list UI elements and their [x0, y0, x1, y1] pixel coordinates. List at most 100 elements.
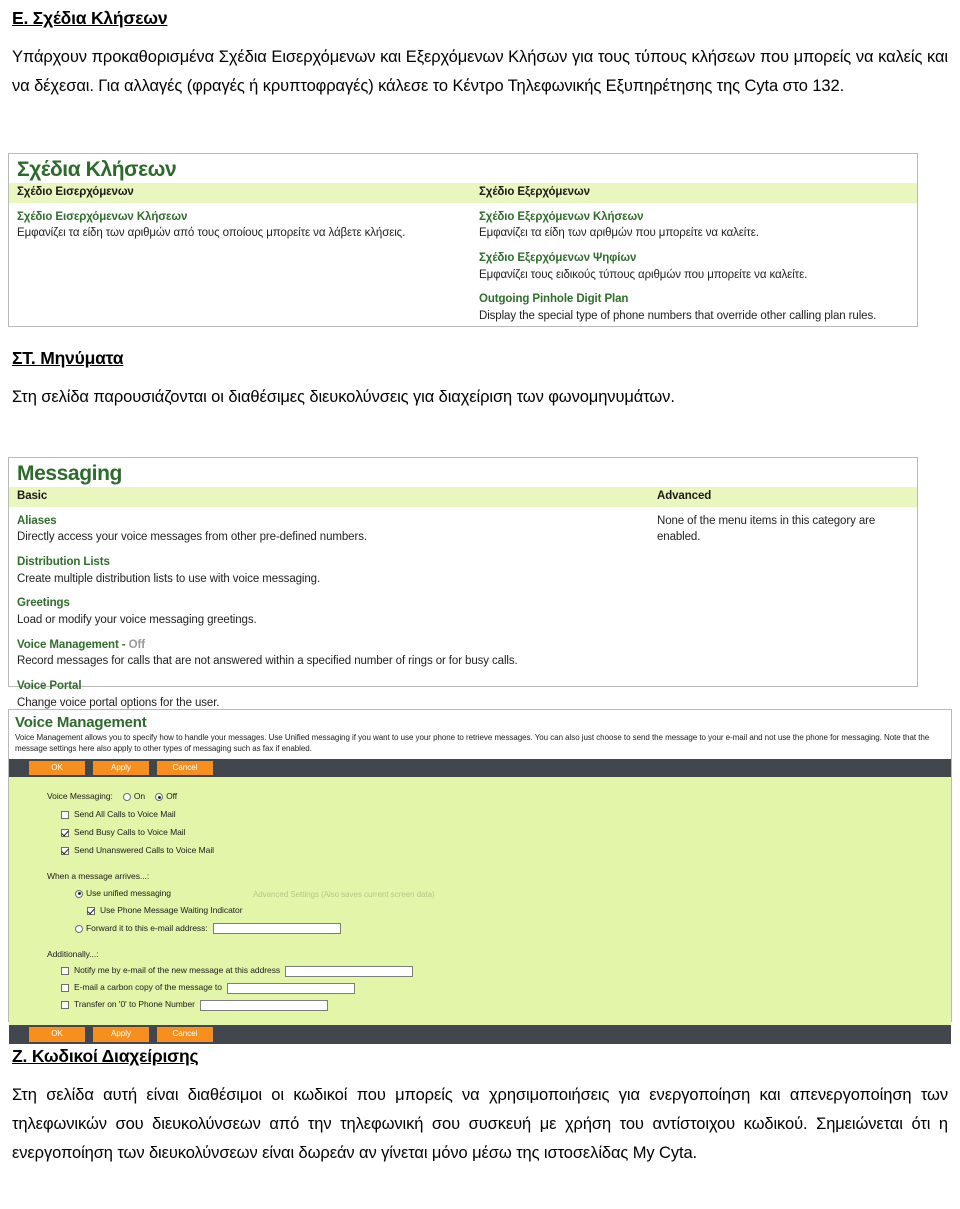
radio-forward-to-email[interactable] — [75, 924, 83, 933]
entry-title[interactable]: Voice Management - Off — [17, 637, 639, 654]
radio-voice-messaging-on[interactable] — [122, 793, 131, 802]
list-item[interactable]: Voice Portal Change voice portal options… — [17, 678, 639, 711]
calling-plans-title: Σχέδια Κλήσεων — [17, 158, 177, 181]
status-badge: Off — [128, 638, 145, 651]
radio-use-unified-messaging[interactable] — [75, 889, 83, 898]
forward-email-input[interactable] — [212, 923, 341, 935]
checkbox-send-busy-calls[interactable] — [61, 829, 69, 838]
checkbox-label[interactable]: Send All Calls to Voice Mail — [74, 809, 176, 821]
list-item[interactable]: Distribution Lists Create multiple distr… — [17, 554, 639, 587]
radio-label-unified-messaging[interactable]: Use unified messaging — [86, 888, 171, 900]
checkbox-row-carbon-copy[interactable]: E-mail a carbon copy of the message to — [9, 982, 951, 994]
checkbox-row-send-all-calls[interactable]: Send All Calls to Voice Mail — [9, 809, 951, 821]
section-admin-codes: Ζ. Κωδικοί Διαχείρισης Στη σελίδα αυτή ε… — [12, 1046, 948, 1168]
entry-title[interactable]: Greetings — [17, 595, 639, 612]
voice-management-title: Voice Management — [15, 714, 147, 731]
entry-title[interactable]: Distribution Lists — [17, 554, 639, 571]
additionally-label-row: Additionally...: — [9, 949, 951, 961]
checkbox-label[interactable]: E-mail a carbon copy of the message to — [74, 982, 222, 994]
checkbox-label[interactable]: Send Unanswered Calls to Voice Mail — [74, 845, 214, 857]
list-item[interactable]: Outgoing Pinhole Digit Plan Display the … — [479, 291, 907, 324]
entry-title[interactable]: Σχέδιο Εξερχόμενων Κλήσεων — [479, 209, 907, 226]
incoming-plan-column-header: Σχέδιο Εισερχόμενων — [9, 183, 471, 203]
radio-row-unified-messaging[interactable]: Use unified messaging Advanced Settings … — [9, 888, 951, 900]
messaging-advanced-note: None of the menu items in this category … — [657, 514, 876, 544]
entry-description: Create multiple distribution lists to us… — [17, 572, 321, 585]
entry-title[interactable]: Outgoing Pinhole Digit Plan — [479, 291, 907, 308]
messaging-basic-header: Basic — [9, 487, 649, 507]
entry-title[interactable]: Σχέδιο Εξερχόμενων Ψηφίων — [479, 250, 907, 267]
cancel-button-bottom[interactable]: Cancel — [157, 1027, 213, 1043]
voice-messaging-row: Voice Messaging: On Off — [9, 791, 951, 803]
list-item[interactable]: Voice Management - Off Record messages f… — [17, 637, 639, 670]
section-heading-messages: ΣΤ. Μηνύματα — [12, 348, 124, 368]
checkbox-phone-message-waiting-indicator[interactable] — [87, 906, 95, 915]
checkbox-row-message-waiting-indicator[interactable]: Use Phone Message Waiting Indicator — [9, 905, 951, 917]
section-paragraph-messages: Στη σελίδα παρουσιάζονται οι διαθέσιμες … — [12, 388, 675, 406]
checkbox-label[interactable]: Transfer on '0' to Phone Number — [74, 999, 195, 1011]
notify-email-input[interactable] — [285, 965, 414, 977]
entry-description: Display the special type of phone number… — [479, 309, 877, 322]
entry-title-text: Voice Management - — [17, 638, 129, 651]
list-item[interactable]: Greetings Load or modify your voice mess… — [17, 595, 639, 628]
checkbox-send-all-calls[interactable] — [61, 811, 69, 820]
apply-button-bottom[interactable]: Apply — [93, 1027, 149, 1043]
messaging-advanced-column: Advanced None of the menu items in this … — [649, 487, 917, 719]
voice-management-form: Voice Messaging: On Off Send All Calls t… — [9, 777, 951, 1026]
when-message-arrives-label-row: When a message arrives...: — [9, 871, 951, 883]
section-paragraph-admin-codes: Στη σελίδα αυτή είναι διαθέσιμοι οι κωδι… — [12, 1086, 948, 1162]
checkbox-row-send-unanswered-calls[interactable]: Send Unanswered Calls to Voice Mail — [9, 845, 951, 857]
entry-description: Εμφανίζει τους ειδικούς τύπους αριθμών π… — [479, 268, 808, 281]
section-heading-calling-plans: Ε. Σχέδια Κλήσεων — [12, 8, 168, 28]
voice-management-description: Voice Management allows you to specify h… — [15, 733, 930, 753]
entry-description: Record messages for calls that are not a… — [17, 655, 518, 668]
checkbox-label[interactable]: Send Busy Calls to Voice Mail — [74, 827, 186, 839]
document-page: Ε. Σχέδια Κλήσεων Υπάρχουν προκαθορισμέν… — [0, 0, 960, 1209]
ok-button-bottom[interactable]: OK — [29, 1027, 85, 1043]
list-item[interactable]: Σχέδιο Εξερχόμενων Κλήσεων Εμφανίζει τα … — [479, 209, 907, 242]
when-message-arrives-label: When a message arrives...: — [47, 870, 150, 881]
entry-title[interactable]: Voice Portal — [17, 678, 639, 695]
entry-title[interactable]: Aliases — [17, 513, 639, 530]
entry-description: Εμφανίζει τα είδη των αριθμών από τους ο… — [17, 227, 406, 240]
section-calling-plans: Ε. Σχέδια Κλήσεων Υπάρχουν προκαθορισμέν… — [12, 8, 948, 101]
bottom-button-bar: OK Apply Cancel — [9, 1025, 951, 1045]
list-item[interactable]: Aliases Directly access your voice messa… — [17, 513, 639, 546]
checkbox-row-send-busy-calls[interactable]: Send Busy Calls to Voice Mail — [9, 827, 951, 839]
radio-label-on[interactable]: On — [134, 791, 145, 803]
ok-button-top[interactable]: OK — [29, 760, 85, 776]
radio-label-forward-email[interactable]: Forward it to this e-mail address: — [86, 923, 208, 935]
checkbox-send-unanswered-calls[interactable] — [61, 847, 69, 855]
section-heading-admin-codes: Ζ. Κωδικοί Διαχείρισης — [12, 1046, 199, 1066]
checkbox-label[interactable]: Use Phone Message Waiting Indicator — [100, 905, 243, 917]
checkbox-row-transfer-zero[interactable]: Transfer on '0' to Phone Number — [9, 999, 951, 1011]
carbon-copy-email-input[interactable] — [226, 982, 355, 994]
entry-title[interactable]: Σχέδιο Εισερχόμενων Κλήσεων — [17, 209, 461, 226]
checkbox-transfer-on-zero[interactable] — [61, 1001, 69, 1010]
voice-management-screenshot: Voice Management Voice Management allows… — [8, 709, 952, 1045]
cancel-button-top[interactable]: Cancel — [157, 760, 213, 776]
checkbox-notify-by-email[interactable] — [61, 967, 69, 976]
radio-label-off[interactable]: Off — [166, 791, 177, 803]
checkbox-label[interactable]: Notify me by e-mail of the new message a… — [74, 965, 280, 977]
checkbox-email-carbon-copy[interactable] — [61, 984, 69, 993]
messaging-advanced-header: Advanced — [649, 487, 917, 507]
messaging-screenshot: Messaging Basic Aliases Directly access … — [8, 457, 918, 709]
messaging-basic-column: Basic Aliases Directly access your voice… — [9, 487, 649, 719]
list-item[interactable]: Σχέδιο Εξερχόμενων Ψηφίων Εμφανίζει τους… — [479, 250, 907, 283]
additionally-label: Additionally...: — [47, 948, 99, 959]
outgoing-plan-column: Σχέδιο Εξερχόμενων Σχέδιο Εξερχόμενων Κλ… — [471, 183, 917, 333]
calling-plans-screenshot: Σχέδια Κλήσεων Σχέδιο Εισερχόμενων Σχέδι… — [8, 153, 918, 327]
incoming-plan-column: Σχέδιο Εισερχόμενων Σχέδιο Εισερχόμενων … — [9, 183, 471, 333]
apply-button-top[interactable]: Apply — [93, 760, 149, 776]
checkbox-row-notify-by-email[interactable]: Notify me by e-mail of the new message a… — [9, 965, 951, 977]
entry-description: Load or modify your voice messaging gree… — [17, 613, 257, 626]
section-messages: ΣΤ. Μηνύματα Στη σελίδα παρουσιάζονται ο… — [12, 348, 948, 412]
top-button-bar: OK Apply Cancel — [9, 758, 951, 778]
radio-voice-messaging-off[interactable] — [155, 793, 164, 802]
list-item[interactable]: Σχέδιο Εισερχόμενων Κλήσεων Εμφανίζει τα… — [17, 209, 461, 242]
entry-description: Directly access your voice messages from… — [17, 531, 367, 544]
transfer-phone-number-input[interactable] — [199, 999, 328, 1011]
radio-row-forward-email[interactable]: Forward it to this e-mail address: — [9, 923, 951, 935]
voice-messaging-label: Voice Messaging: — [47, 791, 113, 802]
